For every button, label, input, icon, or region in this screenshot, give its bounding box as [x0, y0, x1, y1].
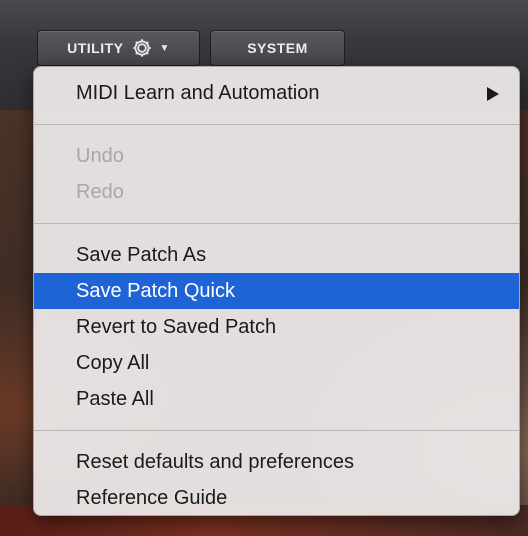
menu-item-midi-learn[interactable]: MIDI Learn and Automation [34, 75, 519, 111]
menu-item-redo[interactable]: Redo [34, 174, 519, 210]
utility-button[interactable]: UTILITY ▼ [37, 30, 200, 66]
menu-item-label: Reference Guide [76, 487, 228, 509]
menu-item-label: Redo [76, 181, 124, 203]
chevron-down-icon: ▼ [159, 42, 170, 54]
menu-item-label: Save Patch As [76, 244, 207, 266]
menu-separator [34, 124, 519, 125]
menu-separator [34, 430, 519, 431]
menu-item-save-patch-quick[interactable]: Save Patch Quick [34, 273, 519, 309]
menu-item-label: Save Patch Quick [76, 280, 235, 302]
menu-item-label: MIDI Learn and Automation [76, 82, 320, 104]
menu-item-label: Reset defaults and preferences [76, 451, 354, 473]
gear-icon [133, 39, 152, 57]
menu-item-revert-to-saved-patch[interactable]: Revert to Saved Patch [34, 309, 519, 345]
menu-item-copy-all[interactable]: Copy All [34, 345, 519, 381]
menu-item-save-patch-as[interactable]: Save Patch As [34, 237, 519, 273]
chevron-right-icon [487, 87, 499, 101]
menu-item-undo[interactable]: Undo [34, 138, 519, 174]
menu-item-reference-guide[interactable]: Reference Guide [34, 480, 519, 516]
menu-item-label: Paste All [76, 388, 154, 410]
menu-separator [34, 223, 519, 224]
menu-item-label: Undo [76, 145, 124, 167]
utility-button-label: UTILITY [67, 40, 124, 56]
menu-item-label: Copy All [76, 352, 150, 374]
menu-item-label: Revert to Saved Patch [76, 316, 277, 338]
menu-item-paste-all[interactable]: Paste All [34, 381, 519, 417]
system-button[interactable]: SYSTEM [210, 30, 345, 66]
system-button-label: SYSTEM [247, 40, 308, 56]
utility-dropdown-menu: MIDI Learn and Automation Undo Redo Save… [33, 66, 520, 516]
menu-item-reset-defaults[interactable]: Reset defaults and preferences [34, 444, 519, 480]
